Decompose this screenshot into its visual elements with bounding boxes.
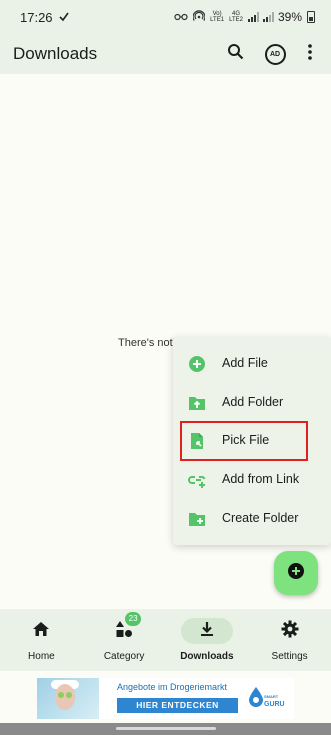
nav-label: Settings <box>271 651 308 662</box>
network-label-1: Vo) LTE1 <box>210 11 224 23</box>
top-app-bar: Downloads AD <box>0 34 331 74</box>
gesture-bar <box>0 723 331 735</box>
nav-label: Category <box>103 651 145 662</box>
top-actions: AD <box>223 42 317 66</box>
signal-icon <box>247 12 259 22</box>
folder-plus-icon <box>188 510 206 528</box>
network-line-4: LTE2 <box>229 17 243 23</box>
link-add-icon <box>188 471 206 489</box>
network-line-2: LTE1 <box>210 17 225 23</box>
folder-upload-icon <box>188 394 206 412</box>
bottom-nav: Home 23 Category Downloads Settings <box>0 609 331 671</box>
more-options-button[interactable] <box>303 42 317 66</box>
nav-settings[interactable]: Settings <box>248 609 331 671</box>
nav-icon-container: 23 <box>98 611 150 644</box>
home-icon <box>32 621 50 642</box>
fab-add-button[interactable] <box>274 551 318 595</box>
ad-logo-big: GURU <box>264 701 285 708</box>
menu-item-label: Pick File <box>222 433 270 447</box>
more-vert-icon <box>308 43 312 65</box>
ad-photo-cucumber <box>66 692 72 698</box>
menu-item-label: Add from Link <box>222 472 300 486</box>
ad-cta-button[interactable]: HIER ENTDECKEN <box>117 698 238 713</box>
gear-icon <box>281 620 299 643</box>
download-icon <box>199 621 215 642</box>
nav-icon-container <box>180 618 233 644</box>
notification-badge: 23 <box>125 611 142 626</box>
gesture-handle[interactable] <box>116 727 216 730</box>
menu-item-label: Add Folder <box>222 395 284 409</box>
battery-icon <box>307 11 315 23</box>
menu-item-add-folder[interactable]: Add Folder <box>173 384 331 422</box>
ad-icon-label: AD <box>269 50 281 58</box>
ad-logo-small: SMART <box>264 694 279 699</box>
nav-category[interactable]: 23 Category <box>83 609 166 671</box>
nav-home[interactable]: Home <box>0 609 83 671</box>
menu-item-label: Create Folder <box>222 511 299 525</box>
category-icon: 23 <box>115 611 142 643</box>
menu-item-add-file[interactable]: Add File <box>173 345 331 383</box>
status-left: 17:26 <box>20 10 69 25</box>
plus-circle-icon <box>188 355 206 373</box>
ad-creative[interactable]: Angebote im Drogeriemarkt HIER ENTDECKEN… <box>37 678 294 719</box>
nav-downloads[interactable]: Downloads <box>166 609 249 671</box>
status-right: Vo) LTE1 4G LTE2 39% <box>174 9 315 25</box>
search-button[interactable] <box>223 42 247 66</box>
drop-icon <box>249 687 263 707</box>
key-icon <box>174 10 188 24</box>
ad-banner: Angebote im Drogeriemarkt HIER ENTDECKEN… <box>0 671 331 723</box>
ad-logo: SMART GURU <box>247 683 291 715</box>
menu-item-create-folder[interactable]: Create Folder <box>173 500 331 538</box>
ad-headline: Angebote im Drogeriemarkt <box>117 682 228 692</box>
ad-photo <box>37 678 99 719</box>
menu-item-label: Add File <box>222 356 268 370</box>
remove-ads-button[interactable]: AD <box>263 42 287 66</box>
menu-item-add-from-link[interactable]: Add from Link <box>173 461 331 499</box>
page-title: Downloads <box>13 44 98 63</box>
empty-state-text: There's noth <box>118 337 179 349</box>
hotspot-icon <box>192 9 206 25</box>
check-icon <box>58 10 69 25</box>
ad-logo-text: SMART GURU <box>264 693 285 709</box>
search-icon <box>227 43 244 65</box>
signal-icon-2 <box>262 12 274 22</box>
status-time: 17:26 <box>20 9 53 25</box>
ad-photo-cucumber <box>58 692 64 698</box>
battery-percent: 39% <box>277 10 302 24</box>
ad-icon: AD <box>264 43 286 65</box>
status-bar: 17:26 Vo) LTE1 4G LTE2 39% <box>0 0 331 34</box>
nav-icon-container <box>264 618 316 644</box>
nav-label: Home <box>28 651 55 662</box>
menu-item-pick-file[interactable]: Pick File <box>173 422 331 460</box>
nav-icon-container <box>15 618 67 644</box>
add-circle-icon <box>287 562 305 585</box>
nav-label: Downloads <box>180 651 234 662</box>
file-pick-icon <box>188 432 206 450</box>
fab-menu: Add File Add Folder Pick File Add from L… <box>173 337 331 545</box>
network-label-2: 4G LTE2 <box>229 11 243 23</box>
